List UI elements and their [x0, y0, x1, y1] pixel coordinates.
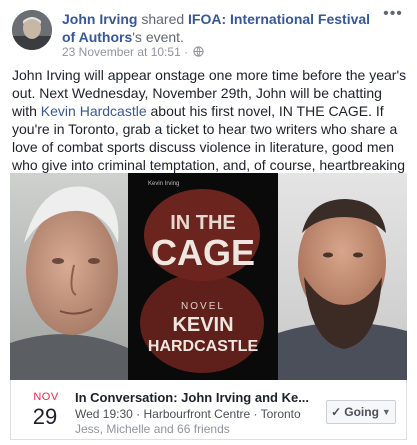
shared-label: shared [141, 11, 185, 27]
event-cover-image[interactable]: Kevin Irving IN THE CAGE NOVEL KEVIN HAR… [10, 173, 407, 380]
book-title-line1: IN THE [170, 212, 236, 234]
meta-separator: · [184, 45, 189, 59]
globe-icon[interactable] [193, 46, 205, 57]
author-avatar[interactable] [12, 10, 52, 50]
caret-down-icon: ▼ [381, 407, 391, 417]
post-header: John Irving shared IFOA: International F… [12, 6, 405, 60]
post-header-text: John Irving shared IFOA: International F… [62, 10, 380, 46]
event-month: NOV [33, 391, 59, 403]
feed-post: John Irving shared IFOA: International F… [0, 0, 417, 445]
book-novel-label: NOVEL [181, 301, 225, 312]
event-day: 29 [32, 404, 58, 429]
check-icon: ✓ [331, 405, 342, 419]
event-details: Wed 19:30 · Harbourfront Centre · Toront… [75, 407, 301, 421]
post-meta: 23 November at 10:51 · [62, 45, 205, 59]
mention-link[interactable]: Kevin Hardcastle [41, 103, 147, 119]
book-author-line1: KEVIN [172, 314, 233, 336]
more-options-icon[interactable]: ••• [381, 6, 405, 24]
book-title-line2: CAGE [151, 232, 255, 273]
event-friends[interactable]: Jess, Michelle and 66 friends [75, 422, 230, 436]
author-name[interactable]: John Irving [62, 11, 137, 27]
event-card[interactable]: NOV 29 In Conversation: John Irving and … [10, 380, 407, 440]
event-title[interactable]: In Conversation: John Irving and Ke... [75, 390, 315, 405]
book-author-line2: HARDCASTLE [148, 338, 259, 355]
going-button[interactable]: ✓ Going ▼ [326, 400, 396, 424]
post-timestamp[interactable]: 23 November at 10:51 [62, 45, 181, 59]
event-suffix: 's event. [132, 29, 184, 45]
book-small-author: Kevin Irving [148, 181, 179, 187]
going-label: Going [344, 405, 379, 419]
